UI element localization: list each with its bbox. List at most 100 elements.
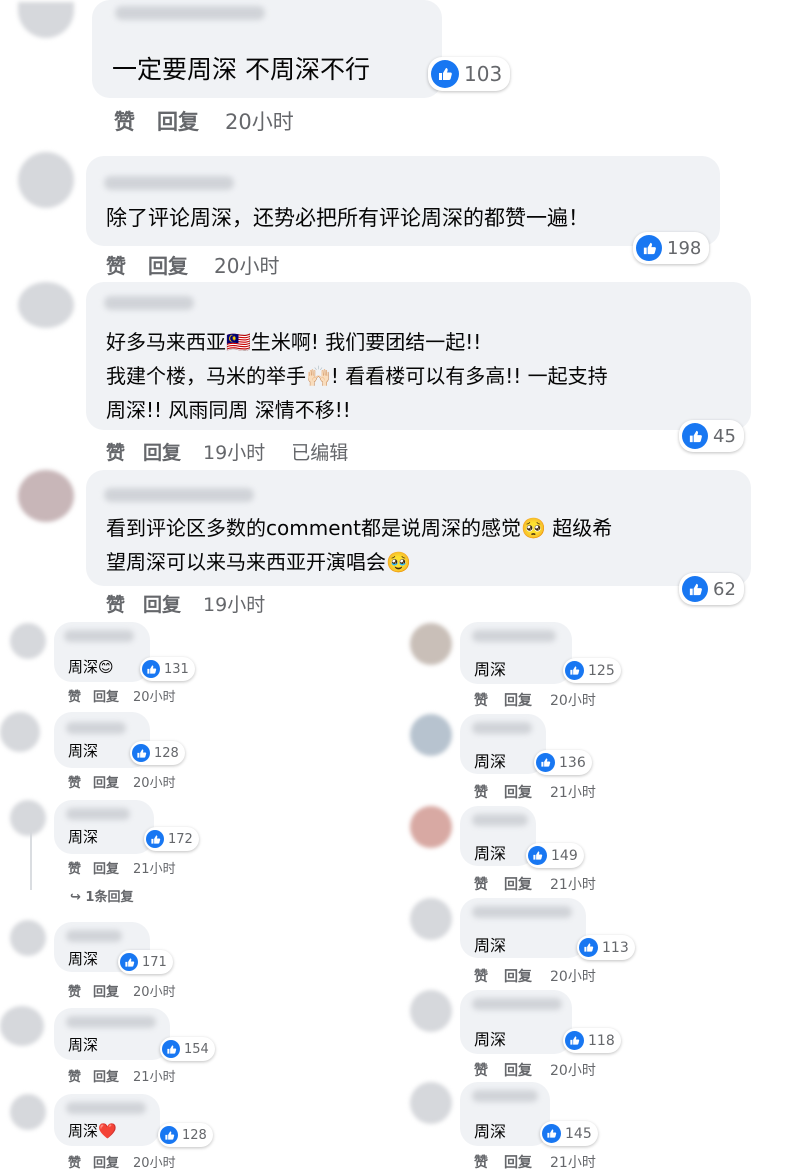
view-replies-link[interactable]: ↪ 1条回复	[70, 886, 133, 905]
avatar[interactable]	[410, 898, 452, 940]
timestamp[interactable]: 21小时	[133, 1066, 176, 1085]
timestamp[interactable]: 19小时	[203, 590, 265, 617]
commenter-name[interactable]	[472, 722, 532, 734]
timestamp[interactable]: 21小时	[550, 782, 596, 802]
timestamp[interactable]: 20小时	[133, 1152, 176, 1171]
reaction-count[interactable]: 131	[140, 657, 195, 681]
avatar[interactable]	[0, 1006, 44, 1046]
commenter-name[interactable]	[472, 998, 562, 1010]
avatar[interactable]	[10, 1094, 46, 1130]
comment-actions: 赞 回复 21小时	[474, 874, 596, 894]
reply-button[interactable]: 回复	[504, 1060, 532, 1080]
reaction-count[interactable]: 172	[144, 827, 199, 851]
reply-button[interactable]: 回复	[143, 438, 181, 465]
reaction-count[interactable]: 198	[633, 232, 710, 264]
timestamp[interactable]: 20小时	[214, 250, 279, 279]
commenter-name[interactable]	[104, 176, 234, 190]
timestamp[interactable]: 20小时	[133, 772, 176, 791]
like-button[interactable]: 赞	[106, 250, 126, 279]
reaction-count[interactable]: 171	[118, 950, 173, 974]
timestamp[interactable]: 21小时	[550, 874, 596, 894]
avatar[interactable]	[410, 806, 452, 848]
like-button[interactable]: 赞	[68, 981, 81, 1000]
like-button[interactable]: 赞	[474, 1152, 488, 1172]
like-button[interactable]: 赞	[474, 782, 488, 802]
timestamp[interactable]: 20小时	[133, 981, 176, 1000]
commenter-name[interactable]	[66, 722, 126, 734]
commenter-name[interactable]	[104, 296, 194, 310]
reaction-count[interactable]: 136	[534, 750, 592, 775]
reaction-count[interactable]: 45	[679, 420, 744, 452]
timestamp[interactable]: 20小时	[133, 686, 176, 705]
reply-button[interactable]: 回复	[93, 686, 119, 705]
comment-text: 周深	[68, 828, 99, 846]
reply-button[interactable]: 回复	[157, 106, 199, 136]
reaction-count[interactable]: 154	[160, 1037, 215, 1061]
reaction-count[interactable]: 145	[540, 1121, 598, 1146]
avatar[interactable]	[410, 1082, 452, 1124]
like-button[interactable]: 赞	[68, 858, 81, 877]
avatar[interactable]	[10, 800, 46, 836]
commenter-name[interactable]	[472, 906, 572, 918]
avatar[interactable]	[18, 152, 74, 208]
reaction-count[interactable]: 149	[526, 843, 584, 868]
avatar[interactable]	[410, 714, 452, 756]
timestamp[interactable]: 19小时	[203, 438, 265, 465]
timestamp[interactable]: 20小时	[550, 690, 596, 710]
commenter-name[interactable]	[472, 630, 556, 642]
reply-button[interactable]: 回复	[504, 690, 532, 710]
reply-button[interactable]: 回复	[504, 1152, 532, 1172]
commenter-name[interactable]	[115, 6, 265, 20]
reply-button[interactable]: 回复	[93, 981, 119, 1000]
timestamp[interactable]: 20小时	[225, 106, 294, 136]
commenter-name[interactable]	[66, 1016, 156, 1028]
commenter-name[interactable]	[66, 930, 122, 942]
timestamp[interactable]: 20小时	[550, 1060, 596, 1080]
avatar[interactable]	[10, 920, 46, 956]
commenter-name[interactable]	[64, 630, 134, 642]
reply-button[interactable]: 回复	[504, 966, 532, 986]
reaction-count[interactable]: 62	[679, 573, 744, 605]
reaction-count[interactable]: 118	[563, 1028, 621, 1053]
thumbs-up-icon	[142, 660, 160, 678]
avatar[interactable]	[0, 712, 40, 752]
timestamp[interactable]: 20小时	[550, 966, 596, 986]
avatar[interactable]	[410, 990, 452, 1032]
like-button[interactable]: 赞	[474, 1060, 488, 1080]
like-button[interactable]: 赞	[474, 690, 488, 710]
like-button[interactable]: 赞	[68, 1066, 81, 1085]
avatar[interactable]	[10, 623, 46, 659]
avatar[interactable]	[18, 470, 74, 522]
commenter-name[interactable]	[66, 808, 130, 820]
commenter-name[interactable]	[104, 488, 254, 502]
commenter-name[interactable]	[472, 1090, 538, 1102]
reaction-count[interactable]: 128	[130, 741, 185, 765]
avatar[interactable]	[410, 623, 452, 665]
reaction-count[interactable]: 125	[563, 658, 621, 683]
like-button[interactable]: 赞	[114, 106, 135, 136]
like-button[interactable]: 赞	[106, 438, 125, 465]
like-button[interactable]: 赞	[68, 1152, 81, 1171]
reply-button[interactable]: 回复	[93, 1152, 119, 1171]
reaction-count[interactable]: 103	[428, 57, 511, 91]
reply-button[interactable]: 回复	[93, 772, 119, 791]
reply-button[interactable]: 回复	[143, 590, 181, 617]
commenter-name[interactable]	[66, 1102, 146, 1114]
like-button[interactable]: 赞	[68, 772, 81, 791]
reaction-count[interactable]: 128	[158, 1123, 213, 1147]
avatar[interactable]	[18, 282, 74, 328]
avatar[interactable]	[18, 2, 74, 38]
reply-button[interactable]: 回复	[504, 874, 532, 894]
like-button[interactable]: 赞	[106, 590, 125, 617]
commenter-name[interactable]	[472, 814, 528, 826]
reaction-count[interactable]: 113	[577, 935, 635, 960]
reply-button[interactable]: 回复	[504, 782, 532, 802]
timestamp[interactable]: 21小时	[550, 1152, 596, 1172]
like-button[interactable]: 赞	[474, 966, 488, 986]
like-button[interactable]: 赞	[68, 686, 81, 705]
reply-button[interactable]: 回复	[93, 1066, 119, 1085]
like-button[interactable]: 赞	[474, 874, 488, 894]
timestamp[interactable]: 21小时	[133, 858, 176, 877]
reply-button[interactable]: 回复	[148, 250, 188, 279]
reply-button[interactable]: 回复	[93, 858, 119, 877]
